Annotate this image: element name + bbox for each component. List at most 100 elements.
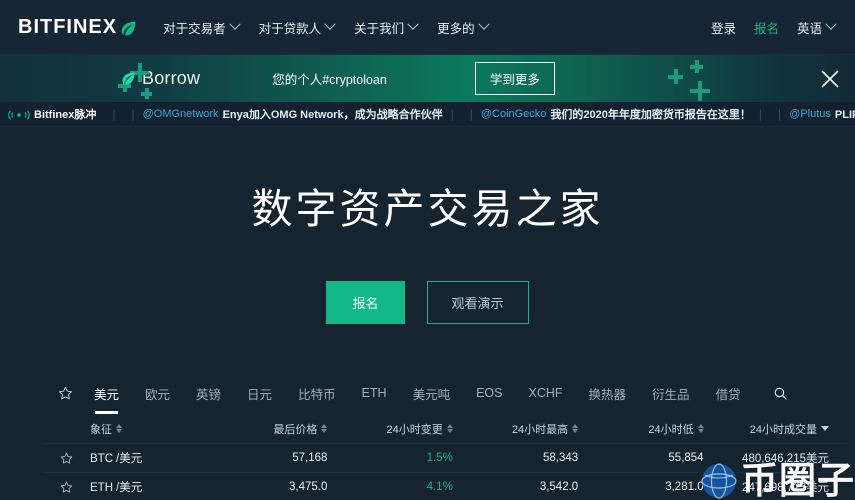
volume-unit: 美元 <box>806 453 829 465</box>
nav-right-actions: 登录 报名 英语 <box>711 18 837 37</box>
tab-xchf[interactable]: XCHF <box>529 380 563 406</box>
symbol-base: ETH <box>90 482 113 494</box>
tab-usd[interactable]: 美元 <box>94 378 119 414</box>
column-header-label: 象征 <box>90 423 112 436</box>
ticker-item[interactable]: @Plutus PLIP | Pluton流动 <box>789 106 855 122</box>
star-icon[interactable] <box>50 386 80 401</box>
column-header-label: 24小时变更 <box>386 423 443 436</box>
ticker-divider: | <box>469 107 473 121</box>
nav-item-more[interactable]: 更多的 <box>437 18 490 37</box>
star-icon[interactable] <box>44 481 88 494</box>
nav-item-for-lenders[interactable]: 对于贷款人 <box>258 18 336 37</box>
sort-icon <box>446 424 453 433</box>
cell-24h-high: 58,343 <box>543 452 579 464</box>
ticker-divider: | <box>450 107 454 121</box>
cell-24h-change: 1.5% <box>426 452 453 464</box>
tab-jpy[interactable]: 日元 <box>247 378 272 409</box>
promo-banner: Borrow 您的个人#cryptoloan 学到更多 <box>0 55 855 102</box>
nav-item-about-us[interactable]: 关于我们 <box>354 18 419 37</box>
table-header-row: 象征 最后价格 24小时变更 24小时最高 24小时低 24小时成交量 <box>44 414 847 444</box>
ticker-handle: @CoinGecko <box>480 108 547 120</box>
hero-section: 数字资产交易之家 报名 观看演示 <box>0 127 855 372</box>
pulse-icon <box>8 108 30 121</box>
cell-24h-volume: 480,646,215美元 <box>722 450 847 466</box>
column-header-label: 最后价格 <box>273 423 318 436</box>
promo-tagline: 您的个人#cryptoloan <box>272 73 387 87</box>
column-header-last-price[interactable]: 最后价格 <box>220 421 345 437</box>
tab-eos[interactable]: EOS <box>476 380 502 406</box>
cell-symbol: BTC /美元 <box>88 450 220 466</box>
borrow-logo[interactable]: Borrow <box>118 68 200 89</box>
tab-lending[interactable]: 借贷 <box>716 378 741 409</box>
signup-button[interactable]: 报名 <box>326 281 405 324</box>
cell-24h-change: 4.1% <box>426 481 453 493</box>
nav-item-for-traders[interactable]: 对于交易者 <box>163 18 241 37</box>
sort-icon <box>572 424 579 433</box>
nav-item-label: 更多的 <box>437 21 475 36</box>
column-header-24h-low[interactable]: 24小时低 <box>596 421 721 437</box>
nav-item-label: 对于贷款人 <box>258 21 322 36</box>
ticker-divider: | <box>778 107 782 121</box>
close-icon[interactable] <box>819 68 841 90</box>
search-icon[interactable] <box>773 386 788 401</box>
column-header-symbol[interactable]: 象征 <box>88 421 220 437</box>
cell-last-price: 57,168 <box>292 452 328 464</box>
chevron-down-icon <box>324 18 336 30</box>
primary-nav-links: 对于交易者 对于贷款人 关于我们 更多的 <box>163 18 490 37</box>
ticker-text: 我们的2020年年度加密货币报告在这里！ <box>550 109 751 121</box>
chevron-down-icon <box>825 18 837 30</box>
column-header-24h-change[interactable]: 24小时变更 <box>345 421 470 437</box>
language-label: 英语 <box>796 21 822 36</box>
symbol-quote: /美元 <box>116 482 143 494</box>
sort-icon <box>321 424 328 433</box>
column-header-label: 24小时最高 <box>511 423 569 436</box>
tab-eth[interactable]: ETH <box>362 380 387 406</box>
tab-eur[interactable]: 欧元 <box>145 378 170 409</box>
column-header-24h-volume[interactable]: 24小时成交量 <box>722 421 847 437</box>
borrow-logo-text: Borrow <box>142 68 201 88</box>
nav-item-label: 关于我们 <box>354 21 405 36</box>
learn-more-button[interactable]: 学到更多 <box>474 62 555 95</box>
tab-derivatives[interactable]: 衍生品 <box>652 378 690 409</box>
table-row[interactable]: BTC /美元 57,168 1.5% 58,343 55,854 480,64… <box>44 444 847 473</box>
page-title: 数字资产交易之家 <box>251 185 604 233</box>
leaf-icon <box>120 20 137 37</box>
ticker-handle: @Plutus <box>789 108 831 120</box>
cell-last-price: 3,475.0 <box>289 481 328 493</box>
tab-exchanger[interactable]: 换热器 <box>589 378 627 409</box>
volume-unit: 美元 <box>806 482 829 494</box>
ticker-item[interactable]: @CoinGecko 我们的2020年年度加密货币报告在这里！ <box>481 106 751 122</box>
column-header-label: 24小时成交量 <box>749 423 817 436</box>
language-selector[interactable]: 英语 <box>796 18 837 37</box>
symbol-base: BTC <box>90 453 113 465</box>
pulse-brand-label: Bitfinex脉冲 <box>34 109 97 121</box>
column-header-label: 24小时低 <box>648 423 694 436</box>
star-icon[interactable] <box>44 452 88 465</box>
ticker-divider: | <box>112 107 116 121</box>
tab-gbp[interactable]: 英镑 <box>196 378 221 409</box>
sort-desc-icon <box>821 426 829 431</box>
nav-item-label: 对于交易者 <box>163 21 226 36</box>
tab-btc[interactable]: 比特币 <box>298 378 336 409</box>
market-table: 象征 最后价格 24小时变更 24小时最高 24小时低 24小时成交量 BTC … <box>0 414 855 500</box>
ticker-divider: | <box>758 107 763 121</box>
top-navigation-bar: BITFINEX 对于交易者 对于贷款人 关于我们 更多的 登录 报名 英语 <box>0 0 855 55</box>
symbol-quote: /美元 <box>116 453 143 465</box>
ticker-divider: | <box>131 107 135 121</box>
bitfinex-logo[interactable]: BITFINEX <box>18 16 137 39</box>
signup-link[interactable]: 报名 <box>754 18 779 37</box>
ticker-handle: @OMGnetwork <box>142 108 219 120</box>
sort-icon <box>697 424 704 433</box>
login-link[interactable]: 登录 <box>711 18 736 37</box>
cell-24h-volume: 247,698,723美元 <box>722 479 847 495</box>
pulse-ticker-bar[interactable]: Bitfinex脉冲 | | @OMGnetwork Enya加入OMG Net… <box>0 102 855 127</box>
cell-24h-high: 3,542.0 <box>539 481 579 493</box>
ticker-item[interactable]: @OMGnetwork Enya加入OMG Network，成为战略合作伙伴 <box>143 106 443 122</box>
column-header-24h-high[interactable]: 24小时最高 <box>471 421 596 437</box>
leaf-icon <box>121 71 138 88</box>
tab-usdt[interactable]: 美元吨 <box>413 378 451 409</box>
cell-symbol: ETH /美元 <box>88 479 220 495</box>
volume-value: 480,646,215 <box>742 453 806 465</box>
watch-demo-button[interactable]: 观看演示 <box>426 281 529 324</box>
table-row[interactable]: ETH /美元 3,475.0 4.1% 3,542.0 3,281.0 247… <box>44 473 847 500</box>
